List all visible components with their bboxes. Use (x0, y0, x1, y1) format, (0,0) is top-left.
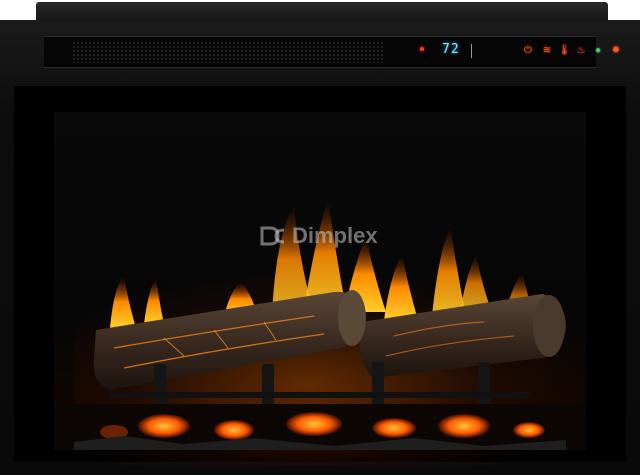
heater-vent-grille (72, 41, 384, 63)
grate-post (372, 362, 384, 408)
ember-bed (54, 404, 586, 450)
flame-8 (432, 226, 466, 316)
grate-bar (110, 392, 530, 398)
flame-5 (304, 198, 346, 308)
grate-post (262, 364, 274, 408)
brightness-icon[interactable]: ✹ (610, 43, 622, 59)
power-icon[interactable]: ⏻ (522, 43, 534, 59)
control-panel: 72 ⏻ ≋ 🌡 ♨ ● ✹ (392, 39, 620, 63)
ember-color-icon[interactable]: ● (592, 43, 604, 59)
top-trim (36, 2, 608, 22)
status-led (420, 47, 424, 51)
flame-7 (384, 254, 418, 320)
dimplex-logo-icon (260, 226, 285, 246)
temperature-display: 72 (442, 42, 460, 57)
firebox: Dimplex (14, 86, 626, 466)
thermometer-icon[interactable]: 🌡 (558, 43, 571, 59)
flame-1 (110, 276, 136, 328)
brand-watermark: Dimplex (260, 223, 378, 249)
grate-post (478, 362, 490, 408)
panel-divider (471, 44, 472, 58)
heat-icon[interactable]: ♨ (575, 43, 587, 59)
control-bar: 72 ⏻ ≋ 🌡 ♨ ● ✹ (44, 36, 620, 68)
flame-level-icon[interactable]: ≋ (541, 43, 553, 59)
grate-post (154, 364, 166, 408)
electric-fireplace-insert: 72 ⏻ ≋ 🌡 ♨ ● ✹ Dimplex (0, 0, 640, 475)
brand-name: Dimplex (292, 223, 378, 248)
flame-2 (144, 278, 164, 324)
